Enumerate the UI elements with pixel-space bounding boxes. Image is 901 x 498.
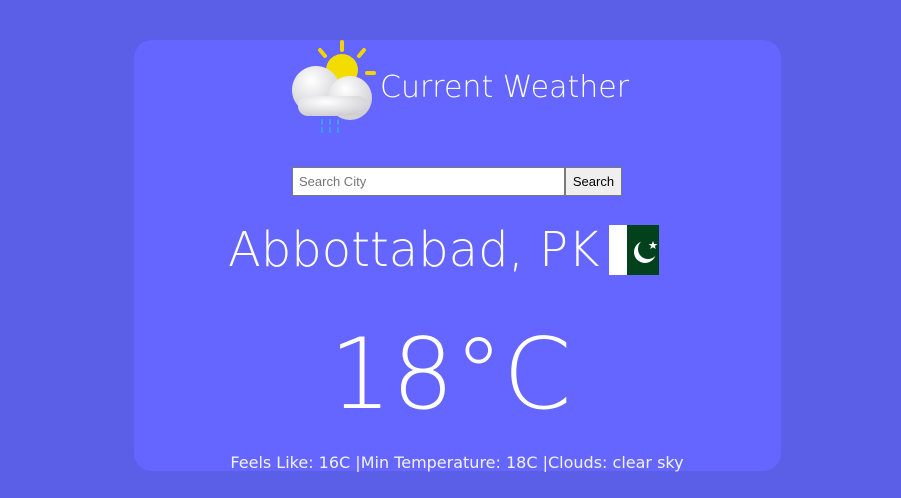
temperature: 18°C (329, 318, 572, 432)
search-input[interactable] (292, 167, 565, 196)
search-bar: Search (292, 167, 622, 196)
app-header: Current Weather (290, 40, 650, 136)
search-button[interactable]: Search (565, 167, 622, 196)
pakistan-flag-icon (609, 225, 660, 275)
weather-details: Feels Like: 16C |Min Temperature: 18C |C… (230, 453, 684, 472)
city-name: Abbottabad, PK (228, 222, 600, 278)
page-title: Current Weather (380, 70, 630, 105)
sun-cloud-rain-icon (292, 40, 376, 133)
location: Abbottabad, PK (228, 220, 660, 280)
